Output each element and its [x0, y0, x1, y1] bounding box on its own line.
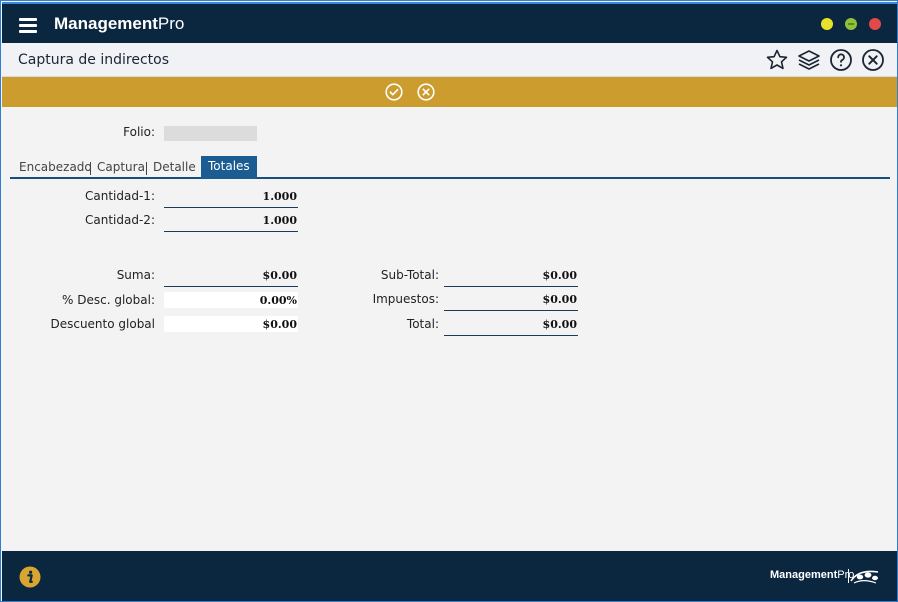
- info-icon[interactable]: [19, 566, 41, 588]
- tab-detalle[interactable]: Detalle: [153, 160, 196, 174]
- folio-field[interactable]: [164, 126, 257, 141]
- help-icon[interactable]: [829, 48, 853, 72]
- cantidad1-field[interactable]: 1.000: [164, 190, 298, 208]
- cancel-x-icon[interactable]: [417, 83, 435, 101]
- suma-label: Suma:: [116, 268, 155, 282]
- favorite-star-icon[interactable]: [765, 48, 789, 72]
- desc-global-label: Descuento global: [50, 317, 155, 331]
- tab-totales[interactable]: Totales: [201, 156, 257, 179]
- accept-check-icon[interactable]: [385, 83, 403, 101]
- minimize-window-button[interactable]: [821, 18, 833, 30]
- footer-logo-mark-icon: [848, 566, 880, 586]
- page-title: Captura de indirectos: [18, 52, 169, 68]
- tab-bar: Encabezado Captura Detalle Totales: [10, 156, 890, 179]
- app-logo: ManagementPro: [54, 14, 185, 33]
- total-label: Total:: [406, 317, 439, 331]
- menu-icon[interactable]: [19, 18, 37, 33]
- cantidad2-field[interactable]: 1.000: [164, 214, 298, 232]
- action-bar: [2, 77, 897, 107]
- subtotal-field: $0.00: [444, 269, 578, 287]
- app-footer: ManagementPro: [2, 551, 897, 601]
- footer-logo-text: ManagementPro: [770, 569, 855, 581]
- cantidad2-label: Cantidad-2:: [85, 213, 155, 227]
- app-header: ManagementPro: [2, 2, 897, 43]
- impuestos-field: $0.00: [444, 293, 578, 311]
- close-window-button[interactable]: [869, 18, 881, 30]
- cantidad1-label: Cantidad-1:: [85, 189, 155, 203]
- tab-separator: [146, 162, 147, 175]
- tab-captura[interactable]: Captura: [97, 160, 145, 174]
- window-titlebar: Captura de indirectos: [2, 43, 897, 77]
- subtotal-label: Sub-Total:: [380, 268, 439, 282]
- desc-pct-input[interactable]: 0.00%: [164, 292, 298, 308]
- folio-label: Folio:: [123, 125, 155, 139]
- desc-global-input[interactable]: $0.00: [164, 316, 298, 332]
- tab-encabezado[interactable]: Encabezado: [19, 160, 92, 174]
- tab-separator: [90, 162, 91, 175]
- layers-icon[interactable]: [797, 48, 821, 72]
- total-field: $0.00: [444, 318, 578, 336]
- impuestos-label: Impuestos:: [372, 292, 439, 306]
- suma-field: $0.00: [164, 269, 298, 287]
- app-window: ManagementPro Captura de indirectos Foli…: [0, 0, 898, 602]
- close-form-icon[interactable]: [861, 48, 885, 72]
- maximize-window-button[interactable]: [845, 18, 857, 30]
- desc-pct-label: % Desc. global:: [62, 293, 155, 307]
